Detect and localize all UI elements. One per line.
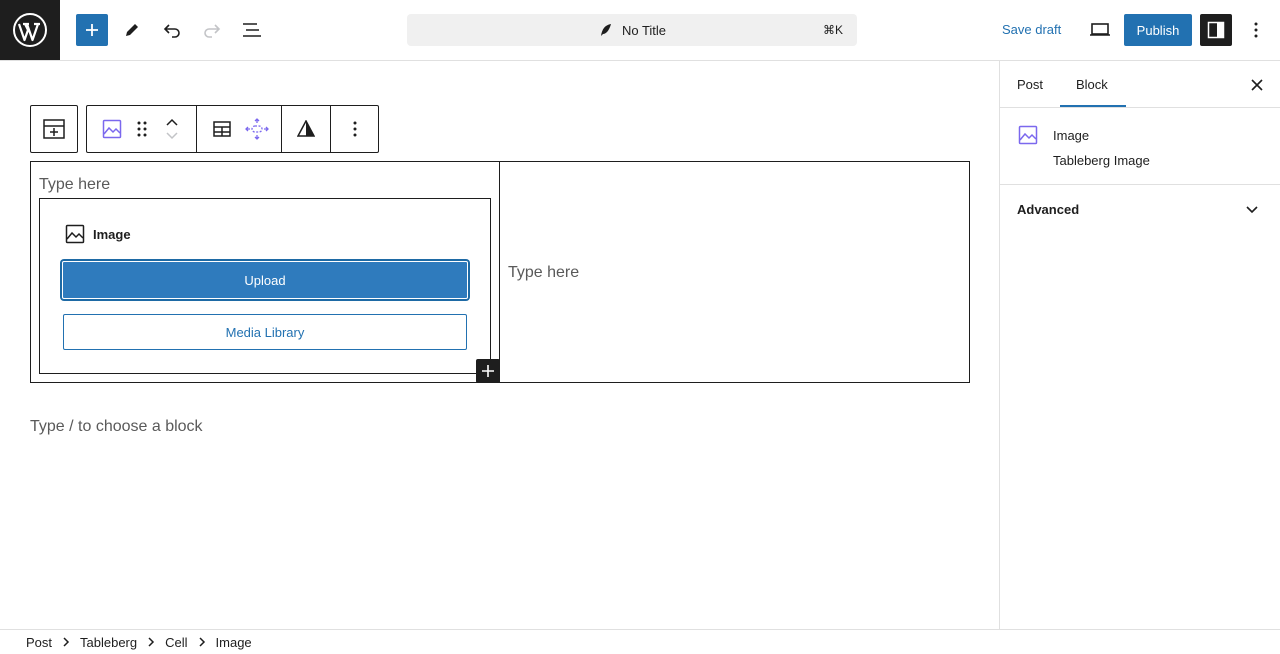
settings-sidebar: Post Block Image Tableberg Image Advance…	[999, 61, 1280, 629]
feather-icon	[598, 22, 614, 38]
block-card-description: Tableberg Image	[1053, 153, 1150, 168]
edit-pencil-icon[interactable]	[116, 14, 148, 46]
breadcrumb-item-cell[interactable]: Cell	[165, 635, 187, 650]
table-parent-icon[interactable]	[31, 106, 77, 152]
default-block-appender[interactable]: Type / to choose a block	[30, 418, 203, 436]
tab-post[interactable]: Post	[1017, 77, 1043, 92]
move-up-icon[interactable]	[166, 118, 178, 126]
sidebar-tabs: Post Block	[1000, 61, 1280, 108]
left-cell-placeholder[interactable]: Type here	[39, 176, 110, 194]
active-tab-indicator	[1060, 105, 1126, 107]
preview-device-icon[interactable]	[1084, 14, 1116, 46]
add-block-button[interactable]	[76, 14, 108, 46]
wordpress-logo-icon[interactable]	[0, 0, 60, 60]
chevron-right-icon	[198, 637, 206, 647]
publish-button[interactable]: Publish	[1124, 14, 1192, 46]
breadcrumb-item-post[interactable]: Post	[26, 635, 52, 650]
close-icon[interactable]	[1248, 76, 1266, 94]
breadcrumb-item-image[interactable]: Image	[216, 635, 252, 650]
editor-canvas: Type here Image Upload Media Library Typ…	[0, 61, 999, 629]
chevron-down-icon	[1245, 202, 1259, 216]
cell-divider	[499, 162, 500, 382]
image-icon	[1018, 125, 1038, 145]
breadcrumb-item-tableberg[interactable]: Tableberg	[80, 635, 137, 650]
alignment-icon[interactable]	[239, 106, 275, 152]
more-options-icon[interactable]	[340, 106, 370, 152]
advanced-panel-label: Advanced	[1017, 202, 1080, 217]
block-inserter-button[interactable]	[476, 359, 500, 383]
save-draft-button[interactable]: Save draft	[1002, 22, 1061, 37]
table-icon[interactable]	[205, 106, 239, 152]
image-icon	[65, 224, 85, 244]
advanced-panel-toggle[interactable]: Advanced	[1000, 185, 1280, 235]
right-cell-placeholder[interactable]: Type here	[508, 264, 579, 282]
command-palette-bar[interactable]: No Title ⌘K	[407, 14, 857, 46]
image-block-title: Image	[93, 226, 131, 242]
drag-handle-icon[interactable]	[127, 106, 157, 152]
contrast-icon[interactable]	[291, 106, 321, 152]
document-overview-icon[interactable]	[236, 14, 268, 46]
block-card: Image Tableberg Image	[1000, 108, 1280, 185]
block-card-title: Image	[1053, 128, 1090, 143]
upload-button[interactable]: Upload	[62, 261, 468, 299]
command-shortcut: ⌘K	[822, 23, 843, 37]
tab-block[interactable]: Block	[1076, 77, 1108, 92]
image-placeholder-block[interactable]: Image Upload Media Library	[39, 198, 491, 374]
media-library-button[interactable]: Media Library	[63, 314, 467, 350]
chevron-right-icon	[147, 637, 155, 647]
block-toolbar	[86, 105, 379, 153]
breadcrumb: Post Tableberg Cell Image	[0, 629, 1280, 654]
select-parent-toolbar	[30, 105, 78, 153]
image-icon[interactable]	[97, 106, 127, 152]
options-menu-icon[interactable]	[1240, 14, 1272, 46]
chevron-right-icon	[62, 637, 70, 647]
settings-sidebar-toggle[interactable]	[1200, 14, 1232, 46]
tableberg-table[interactable]: Type here Image Upload Media Library Typ…	[30, 161, 970, 383]
move-down-icon[interactable]	[166, 132, 178, 140]
document-title: No Title	[621, 22, 667, 38]
undo-icon[interactable]	[156, 14, 188, 46]
editor-header: No Title ⌘K Save draft Publish	[0, 0, 1280, 61]
redo-icon[interactable]	[196, 14, 228, 46]
